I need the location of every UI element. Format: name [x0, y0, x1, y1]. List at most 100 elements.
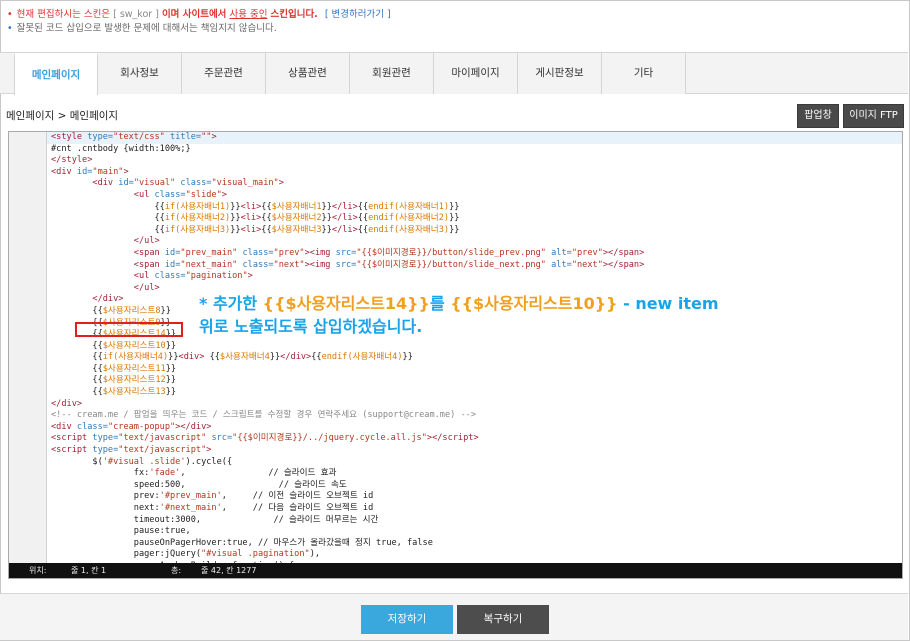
code-text: pause:true,	[51, 526, 191, 537]
annotation-part-b: {{$사용자리스트14}}	[262, 294, 430, 313]
code-area[interactable]: 1<style type="text/css" title="">2#cnt .…	[47, 132, 902, 563]
code-line[interactable]: 8 {{if(사용자배너2)}}<li>{{$사용자배너2}}</li>{{en…	[47, 213, 902, 225]
code-line[interactable]: 27<script type="text/javascript" src="{{…	[47, 433, 902, 445]
code-line[interactable]: 22 {{$사용자리스트12}}	[47, 375, 902, 387]
code-text: {{$사용자리스트13}}	[51, 387, 177, 398]
code-text: next:'#next_main', // 다음 슬라이드 오브젝트 id	[51, 503, 374, 513]
code-line[interactable]: 5 <div id="visual" class="visual_main">	[47, 178, 902, 190]
code-text: <div class="cream-popup"></div>	[51, 421, 212, 432]
code-text: prev:'#prev_main', // 이전 슬라이드 오브젝트 id	[51, 491, 374, 502]
notice-text-c: 사용 중인	[229, 9, 268, 20]
annotation-part-a: * 추가한	[199, 294, 263, 313]
code-line[interactable]: 36 pauseOnPagerHover:true, // 마우스가 올라갔을때…	[47, 538, 902, 550]
image-ftp-button[interactable]: 이미지 FTP	[843, 104, 904, 128]
annotation-line-2: 위로 노출되도록 삽입하겠습니다.	[199, 317, 423, 336]
code-line[interactable]: 24</div>	[47, 399, 902, 411]
code-text: {{$사용자리스트8}}	[51, 305, 171, 316]
code-text: {{if(사용자배너3)}}<li>{{$사용자배너3}}</li>{{endi…	[51, 224, 460, 235]
code-line[interactable]: 10 </ul>	[47, 236, 902, 248]
disclaimer-text: 잘못된 코드 삽입으로 발생한 문제에 대해서는 책임지지 않습니다.	[16, 23, 277, 34]
code-editor[interactable]: 1<style type="text/css" title="">2#cnt .…	[8, 131, 903, 579]
skin-name: [ sw_kor ]	[113, 9, 159, 20]
tab-company-info[interactable]: 회사정보	[98, 53, 182, 94]
code-text: {{if(사용자배너1)}}<li>{{$사용자배너1}}</li>{{endi…	[51, 201, 460, 212]
bullet-icon: •	[7, 23, 13, 34]
code-text: <span id="next_main" class="next"><img s…	[133, 259, 645, 270]
tab-main-page[interactable]: 메인페이지	[14, 53, 98, 95]
save-button[interactable]: 저장하기	[361, 605, 453, 634]
bottom-action-area	[0, 593, 908, 640]
code-text: {{if(사용자배너2)}}<li>{{$사용자배너2}}</li>{{endi…	[51, 213, 460, 224]
notice-line-disclaimer: • 잘못된 코드 삽입으로 발생한 문제에 대해서는 책임지지 않습니다.	[7, 22, 391, 36]
code-line[interactable]: 26<div class="cream-popup"></div>	[47, 422, 902, 434]
code-line[interactable]: 4<div id="main">	[47, 167, 902, 179]
code-text: <!-- cream.me / 팝업을 띄우는 코드 / 스크립트를 수정할 경…	[51, 410, 477, 421]
code-line[interactable]: 35 pause:true,	[47, 526, 902, 538]
code-text: <div id="main">	[51, 166, 129, 177]
change-skin-link[interactable]: [ 변경하러가기 ]	[325, 9, 391, 20]
code-text: <style type="text/css" title="">	[51, 132, 217, 142]
tab-board-info[interactable]: 게시판정보	[518, 53, 602, 94]
code-line[interactable]: 19 {{$사용자리스트10}}	[47, 341, 902, 353]
total-value: 줄 42, 칸 1277	[201, 566, 257, 575]
code-line[interactable]: 23 {{$사용자리스트13}}	[47, 387, 902, 399]
annotation-part-d: {{$사용자리스트10}}	[450, 294, 618, 313]
annotation-line-1: * 추가한 {{$사용자리스트14}}를 {{$사용자리스트10}} - new…	[199, 292, 719, 315]
code-text: <ul class="slide">	[133, 189, 227, 200]
annotation-text: * 추가한 {{$사용자리스트14}}를 {{$사용자리스트10}} - new…	[199, 292, 719, 338]
status-bar: 위치: 줄 1, 칸 1 총: 줄 42, 칸 1277	[9, 563, 902, 578]
tab-etc[interactable]: 기타	[602, 53, 686, 94]
code-line[interactable]: 3</style>	[47, 155, 902, 167]
code-line[interactable]: 11 <span id="prev_main" class="prev"><im…	[47, 248, 902, 260]
code-line[interactable]: 21 {{$사용자리스트11}}	[47, 364, 902, 376]
code-line[interactable]: 34 timeout:3000, // 슬라이드 머무르는 시간	[47, 515, 902, 527]
breadcrumb: 메인페이지 > 메인페이지	[6, 110, 119, 122]
code-line[interactable]: 12 <span id="next_main" class="next"><im…	[47, 260, 902, 272]
code-line[interactable]: 1<style type="text/css" title="">	[47, 132, 902, 144]
restore-button[interactable]: 복구하기	[457, 605, 549, 634]
code-text: pager:jQuery("#visual .pagination"),	[51, 549, 321, 560]
code-text: {{$사용자리스트10}}	[51, 340, 177, 351]
code-line[interactable]: 13 <ul class="pagination">	[47, 271, 902, 283]
code-text: <div id="visual" class="visual_main">	[92, 178, 284, 189]
code-text: {{$사용자리스트12}}	[51, 375, 177, 386]
code-line[interactable]: 30 fx:'fade', // 슬라이드 효과	[47, 468, 902, 480]
code-text: </div>	[51, 398, 83, 409]
code-text: <script type="text/javascript" src="{{$이…	[51, 433, 479, 444]
code-line[interactable]: 31 speed:500, // 슬라이드 속도	[47, 480, 902, 492]
code-line[interactable]: 32 prev:'#prev_main', // 이전 슬라이드 오브젝트 id	[47, 491, 902, 503]
code-text: fx:'fade', // 슬라이드 효과	[51, 468, 337, 479]
notice-area: • 현재 편집하시는 스킨은 [ sw_kor ] 이며 사이트에서 사용 중인 …	[7, 8, 391, 36]
code-text: {{$사용자리스트14}}	[51, 329, 177, 340]
tab-member[interactable]: 회원관련	[350, 53, 434, 94]
code-line[interactable]: 37 pager:jQuery("#visual .pagination"),	[47, 549, 902, 561]
code-line[interactable]: 28<script type="text/javascript">	[47, 445, 902, 457]
tab-bar: 메인페이지 회사정보 주문관련 상품관련 회원관련 마이페이지 게시판정보 기타	[0, 52, 908, 95]
tab-product[interactable]: 상품관련	[266, 53, 350, 94]
position-label: 위치:	[29, 566, 47, 575]
notice-line-skin: • 현재 편집하시는 스킨은 [ sw_kor ] 이며 사이트에서 사용 중인 …	[7, 8, 391, 22]
code-text: </style>	[51, 155, 93, 166]
notice-text-a: 현재 편집하시는 스킨은	[16, 9, 111, 20]
popup-button[interactable]: 팝업창	[797, 104, 839, 128]
line-number-gutter	[9, 132, 47, 563]
code-line[interactable]: 9 {{if(사용자배너3)}}<li>{{$사용자배너3}}</li>{{en…	[47, 225, 902, 237]
code-line[interactable]: 29 $('#visual .slide').cycle({	[47, 457, 902, 469]
code-text: <span id="prev_main" class="prev"><img s…	[133, 247, 645, 258]
notice-text-d: 스킨입니다.	[270, 9, 318, 20]
tab-order[interactable]: 주문관련	[182, 53, 266, 94]
code-line[interactable]: 7 {{if(사용자배너1)}}<li>{{$사용자배너1}}</li>{{en…	[47, 202, 902, 214]
code-line[interactable]: 25<!-- cream.me / 팝업을 띄우는 코드 / 스크립트를 수정할…	[47, 410, 902, 422]
code-text: {{$사용자리스트11}}	[51, 363, 177, 374]
code-line[interactable]: 20 {{if(사용자배너4)}}<div> {{$사용자배너4}}</div>…	[47, 352, 902, 364]
code-text: </ul>	[133, 236, 160, 247]
tab-mypage[interactable]: 마이페이지	[434, 53, 518, 94]
code-line[interactable]: 6 <ul class="slide">	[47, 190, 902, 202]
tab-list: 메인페이지 회사정보 주문관련 상품관련 회원관련 마이페이지 게시판정보 기타	[14, 53, 686, 95]
code-line[interactable]: 33 next:'#next_main', // 다음 슬라이드 오브젝트 id	[47, 503, 902, 515]
position-value: 줄 1, 칸 1	[71, 566, 107, 575]
total-label: 총:	[171, 566, 182, 575]
code-line[interactable]: 2#cnt .cntbody {width:100%;}	[47, 144, 902, 156]
code-text: </div>	[92, 294, 124, 305]
code-text: {{if(사용자배너4)}}<div> {{$사용자배너4}}</div>{{e…	[51, 352, 413, 363]
